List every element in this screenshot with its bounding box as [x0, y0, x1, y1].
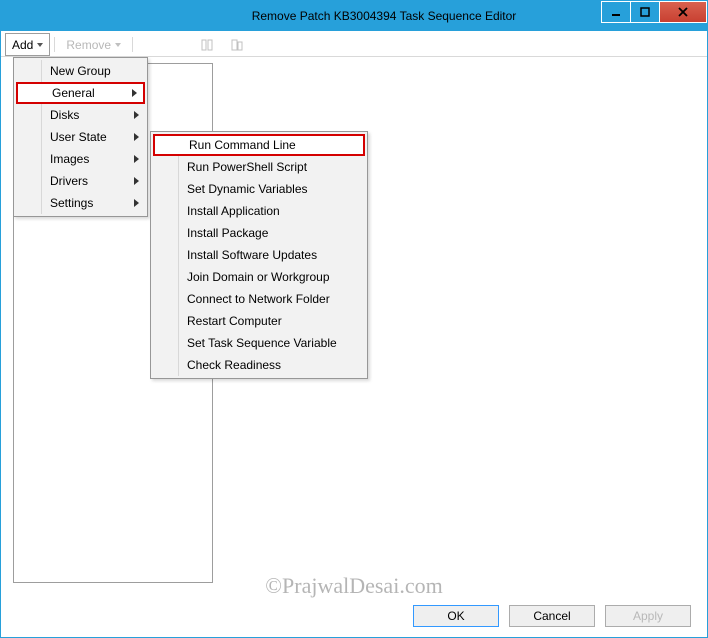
general-menu-item-connect-to-network-folder[interactable]: Connect to Network Folder [153, 288, 365, 310]
cancel-button[interactable]: Cancel [509, 605, 595, 627]
maximize-button[interactable] [630, 1, 660, 23]
general-menu-item-run-powershell-script[interactable]: Run PowerShell Script [153, 156, 365, 178]
menu-item-label: Set Dynamic Variables [187, 182, 308, 196]
options-icon [230, 38, 244, 52]
add-menu-item-settings[interactable]: Settings [16, 192, 145, 214]
chevron-down-icon [37, 43, 43, 47]
remove-label: Remove [66, 38, 111, 52]
content-area: New Group General Disks User State Images Dri… [1, 57, 707, 595]
add-menu-item-images[interactable]: Images [16, 148, 145, 170]
add-menu: New Group General Disks User State Images Dri… [13, 57, 148, 217]
submenu-arrow-icon [134, 155, 139, 163]
menu-item-label: Images [50, 152, 89, 166]
add-menu-item-drivers[interactable]: Drivers [16, 170, 145, 192]
submenu-arrow-icon [134, 199, 139, 207]
general-menu-item-install-package[interactable]: Install Package [153, 222, 365, 244]
general-menu-item-install-software-updates[interactable]: Install Software Updates [153, 244, 365, 266]
add-menu-item-new-group[interactable]: New Group [16, 60, 145, 82]
submenu-arrow-icon [134, 177, 139, 185]
general-menu-item-install-application[interactable]: Install Application [153, 200, 365, 222]
properties-icon [200, 38, 214, 52]
menu-item-label: Install Software Updates [187, 248, 317, 262]
add-dropdown-button[interactable]: Add [5, 33, 50, 56]
chevron-down-icon [115, 43, 121, 47]
general-menu-item-join-domain-or-workgroup[interactable]: Join Domain or Workgroup [153, 266, 365, 288]
toolbar-separator [132, 37, 133, 52]
submenu-arrow-icon [134, 111, 139, 119]
general-submenu: Run Command Line Run PowerShell Script Set… [150, 131, 368, 379]
titlebar[interactable]: Remove Patch KB3004394 Task Sequence Edi… [1, 1, 707, 31]
add-menu-item-general[interactable]: General [16, 82, 145, 104]
menu-item-label: Run Command Line [189, 138, 296, 152]
menu-item-label: Settings [50, 196, 93, 210]
submenu-arrow-icon [134, 133, 139, 141]
menu-item-label: General [52, 86, 95, 100]
add-label: Add [12, 38, 33, 52]
menu-item-label: Check Readiness [187, 358, 281, 372]
minimize-button[interactable] [601, 1, 631, 23]
general-menu-item-check-readiness[interactable]: Check Readiness [153, 354, 365, 376]
close-icon [676, 5, 690, 19]
toolbar-separator [54, 37, 55, 52]
apply-button: Apply [605, 605, 691, 627]
toolbar-icon-button-1[interactable] [193, 33, 221, 56]
window-controls [602, 1, 707, 23]
menu-item-label: New Group [50, 64, 111, 78]
menu-item-label: User State [50, 130, 107, 144]
menu-item-label: Join Domain or Workgroup [187, 270, 330, 284]
remove-dropdown-button[interactable]: Remove [59, 33, 128, 56]
menu-item-label: Install Application [187, 204, 280, 218]
menu-item-label: Restart Computer [187, 314, 282, 328]
menu-item-label: Drivers [50, 174, 88, 188]
menu-item-label: Connect to Network Folder [187, 292, 330, 306]
submenu-arrow-icon [132, 89, 137, 97]
task-sequence-editor-window: Remove Patch KB3004394 Task Sequence Edi… [0, 0, 708, 638]
menu-item-label: Set Task Sequence Variable [187, 336, 337, 350]
toolbar-icon-button-2[interactable] [223, 33, 251, 56]
add-menu-item-user-state[interactable]: User State [16, 126, 145, 148]
menu-item-label: Disks [50, 108, 79, 122]
ok-button[interactable]: OK [413, 605, 499, 627]
minimize-icon [609, 5, 623, 19]
general-menu-item-set-task-sequence-variable[interactable]: Set Task Sequence Variable [153, 332, 365, 354]
general-menu-item-set-dynamic-variables[interactable]: Set Dynamic Variables [153, 178, 365, 200]
maximize-icon [638, 5, 652, 19]
dialog-buttons: OK Cancel Apply [1, 595, 707, 637]
toolbar: Add Remove [1, 31, 707, 57]
add-menu-item-disks[interactable]: Disks [16, 104, 145, 126]
general-menu-item-restart-computer[interactable]: Restart Computer [153, 310, 365, 332]
general-menu-item-run-command-line[interactable]: Run Command Line [153, 134, 365, 156]
close-button[interactable] [659, 1, 707, 23]
menu-item-label: Install Package [187, 226, 268, 240]
menu-item-label: Run PowerShell Script [187, 160, 307, 174]
